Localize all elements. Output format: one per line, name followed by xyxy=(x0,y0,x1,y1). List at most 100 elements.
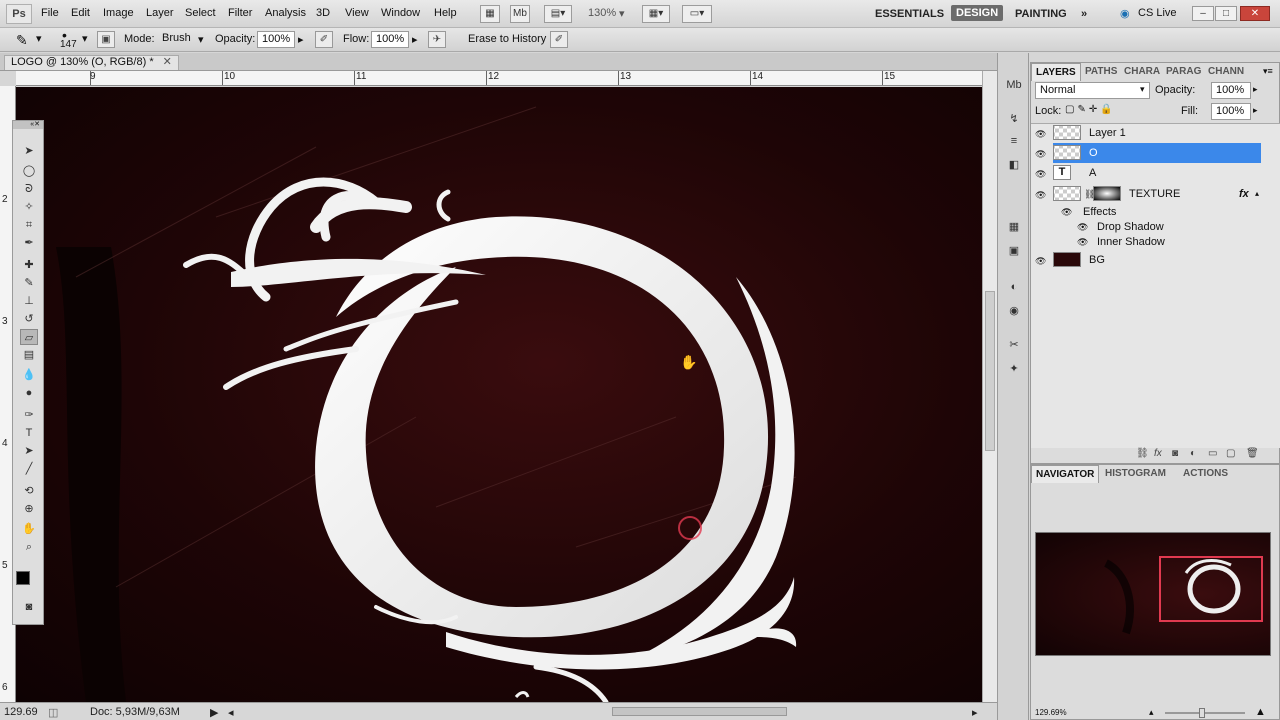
move-tool-icon[interactable]: ➤ xyxy=(20,143,38,159)
history-brush-tool-icon[interactable]: ↺ xyxy=(20,311,38,327)
maximize-button[interactable]: □ xyxy=(1215,6,1237,21)
menu-analysis[interactable]: Analysis xyxy=(265,7,306,19)
flow-input[interactable]: 100% xyxy=(371,31,409,48)
more-workspaces-icon[interactable]: » xyxy=(1081,8,1087,20)
fill-dropdown-icon[interactable]: ▸ xyxy=(1253,105,1258,116)
delete-layer-icon[interactable]: 🗑 xyxy=(1246,448,1259,459)
styles-panel-icon[interactable]: ▣ xyxy=(1005,243,1023,259)
pressure-opacity-icon[interactable]: ✐ xyxy=(315,31,333,48)
tool-presets-panel-icon[interactable]: ✦ xyxy=(1005,361,1023,377)
menu-help[interactable]: Help xyxy=(434,7,457,19)
healing-tool-icon[interactable]: ✚ xyxy=(20,257,38,273)
new-group-icon[interactable]: ▭ xyxy=(1208,448,1217,459)
zoom-level[interactable]: 130% xyxy=(588,7,616,19)
tab-layers[interactable]: LAYERS xyxy=(1031,63,1081,81)
tab-histogram[interactable]: HISTOGRAM xyxy=(1101,465,1170,483)
eyedropper-tool-icon[interactable]: ✒ xyxy=(20,235,38,251)
shape-tool-icon[interactable]: ╱ xyxy=(20,461,38,477)
effect-row[interactable]: 👁 Inner Shadow xyxy=(1077,234,1280,250)
cs-live-menu[interactable]: CS Live xyxy=(1138,7,1177,19)
tool-preset-dropdown-icon[interactable]: ▾ xyxy=(36,32,42,45)
dodge-tool-icon[interactable]: ● xyxy=(20,385,38,401)
document-canvas[interactable]: ✋ xyxy=(16,87,982,702)
new-layer-icon[interactable]: ▢ xyxy=(1226,448,1235,459)
navigator-zoom[interactable]: 129.69% xyxy=(1035,708,1067,717)
panel-menu-icon[interactable]: ▾≡ xyxy=(1263,66,1273,77)
layer-opacity-input[interactable]: 100% xyxy=(1211,82,1251,99)
opacity-input[interactable]: 100% xyxy=(257,31,295,48)
effect-visibility-icon[interactable]: 👁 xyxy=(1077,237,1088,247)
swatches-panel-icon[interactable]: ▦ xyxy=(1005,219,1023,235)
add-mask-icon[interactable]: ◙ xyxy=(1172,448,1178,459)
history-panel-icon[interactable]: ↯ xyxy=(1005,111,1023,127)
vertical-scrollbar[interactable] xyxy=(982,71,997,702)
brush-panel-icon[interactable]: ▣ xyxy=(97,31,115,48)
brush-tool-icon[interactable]: ✎ xyxy=(20,275,38,291)
visibility-eye-icon[interactable]: 👁 xyxy=(1035,190,1046,201)
path-select-tool-icon[interactable]: ➤ xyxy=(20,443,38,459)
crop-tool-icon[interactable]: ⌗ xyxy=(20,217,38,233)
mini-bridge-icon[interactable]: Mb xyxy=(510,5,530,23)
arrange-documents-icon[interactable]: ▦▾ xyxy=(642,5,670,23)
brush-picker-dropdown-icon[interactable]: ▾ xyxy=(82,32,88,45)
mode-dropdown-icon[interactable]: ▾ xyxy=(198,33,204,46)
workspace-essentials[interactable]: ESSENTIALS xyxy=(875,8,944,20)
blend-mode-select[interactable]: Normal xyxy=(1035,82,1150,99)
adjustment-layer-icon[interactable]: ◐ xyxy=(1190,448,1196,459)
close-tab-icon[interactable]: ✕ xyxy=(163,56,172,68)
lasso-tool-icon[interactable]: ᘐ xyxy=(20,181,38,197)
menu-edit[interactable]: Edit xyxy=(71,7,90,19)
lock-options-icon[interactable]: ▢✎✛🔒 xyxy=(1065,104,1116,115)
add-style-icon[interactable]: fx xyxy=(1154,448,1162,459)
zoom-dropdown-icon[interactable]: ▾ xyxy=(619,7,625,20)
mini-bridge-panel-icon[interactable]: Mb xyxy=(1005,77,1023,93)
cs-live-icon[interactable]: ◉ xyxy=(1120,7,1130,20)
collapse-effects-icon[interactable]: ▴ xyxy=(1255,184,1259,204)
eraser-tool-icon[interactable]: ✎ xyxy=(16,32,28,49)
menu-3d[interactable]: 3D xyxy=(316,7,330,19)
quick-mask-icon[interactable]: ◙ xyxy=(20,599,38,615)
link-layers-icon[interactable]: ⛓ xyxy=(1136,448,1149,459)
toolbar-collapse-icon[interactable]: «✕ xyxy=(13,121,43,129)
adjustments-panel-icon[interactable]: ≡ xyxy=(1005,133,1023,149)
status-menu-icon[interactable]: ▶ xyxy=(210,706,218,719)
effect-row[interactable]: 👁 Drop Shadow xyxy=(1077,219,1280,235)
scroll-left-icon[interactable]: ◂ xyxy=(228,706,234,719)
clone-stamp-tool-icon[interactable]: ⊥ xyxy=(20,293,38,309)
menu-file[interactable]: File xyxy=(41,7,59,19)
zoom-tool-icon[interactable]: ⌕ xyxy=(20,539,38,555)
layer-mask-thumbnail[interactable] xyxy=(1093,186,1121,201)
scroll-right-icon[interactable]: ▸ xyxy=(972,706,978,719)
tab-paths[interactable]: PATHS xyxy=(1081,63,1121,81)
airbrush-icon[interactable]: ✈ xyxy=(428,31,446,48)
close-button[interactable]: ✕ xyxy=(1240,6,1270,21)
minimize-button[interactable]: – xyxy=(1192,6,1214,21)
brush-panel-icon[interactable]: ✂ xyxy=(1005,337,1023,353)
workspace-design[interactable]: DESIGN xyxy=(951,5,1004,21)
document-tab[interactable]: LOGO @ 130% (O, RGB/8) * ✕ xyxy=(4,55,179,70)
blur-tool-icon[interactable]: 💧 xyxy=(20,367,38,383)
menu-view[interactable]: View xyxy=(345,7,369,19)
layer-opacity-dropdown-icon[interactable]: ▸ xyxy=(1253,84,1258,95)
menu-image[interactable]: Image xyxy=(103,7,134,19)
workspace-painting[interactable]: PAINTING xyxy=(1015,8,1067,20)
hand-tool-icon[interactable]: ✋ xyxy=(20,521,38,537)
visibility-eye-icon[interactable]: 👁 xyxy=(1035,129,1046,140)
pen-tool-icon[interactable]: ✑ xyxy=(20,407,38,423)
tab-character[interactable]: CHARA xyxy=(1120,63,1164,81)
launch-bridge-icon[interactable]: ▦ xyxy=(480,5,500,23)
screen-mode-icon[interactable]: ▭▾ xyxy=(682,5,712,23)
clone-source-panel-icon[interactable]: ◉ xyxy=(1005,303,1023,319)
layer-effects-icon[interactable]: fx xyxy=(1239,184,1249,204)
eraser-tool-icon[interactable]: ▱ xyxy=(20,329,38,345)
visibility-eye-icon[interactable]: 👁 xyxy=(1035,256,1046,267)
menu-window[interactable]: Window xyxy=(381,7,420,19)
foreground-color-swatch[interactable] xyxy=(16,571,30,585)
zoom-slider[interactable] xyxy=(1165,712,1245,714)
quick-select-tool-icon[interactable]: ✧ xyxy=(20,199,38,215)
menu-filter[interactable]: Filter xyxy=(228,7,252,19)
visibility-eye-icon[interactable]: 👁 xyxy=(1035,149,1046,160)
blend-mode-dropdown-icon[interactable]: ▾ xyxy=(1140,84,1145,95)
tab-paragraph[interactable]: PARAG xyxy=(1162,63,1205,81)
flow-dropdown-icon[interactable]: ▸ xyxy=(412,33,418,46)
